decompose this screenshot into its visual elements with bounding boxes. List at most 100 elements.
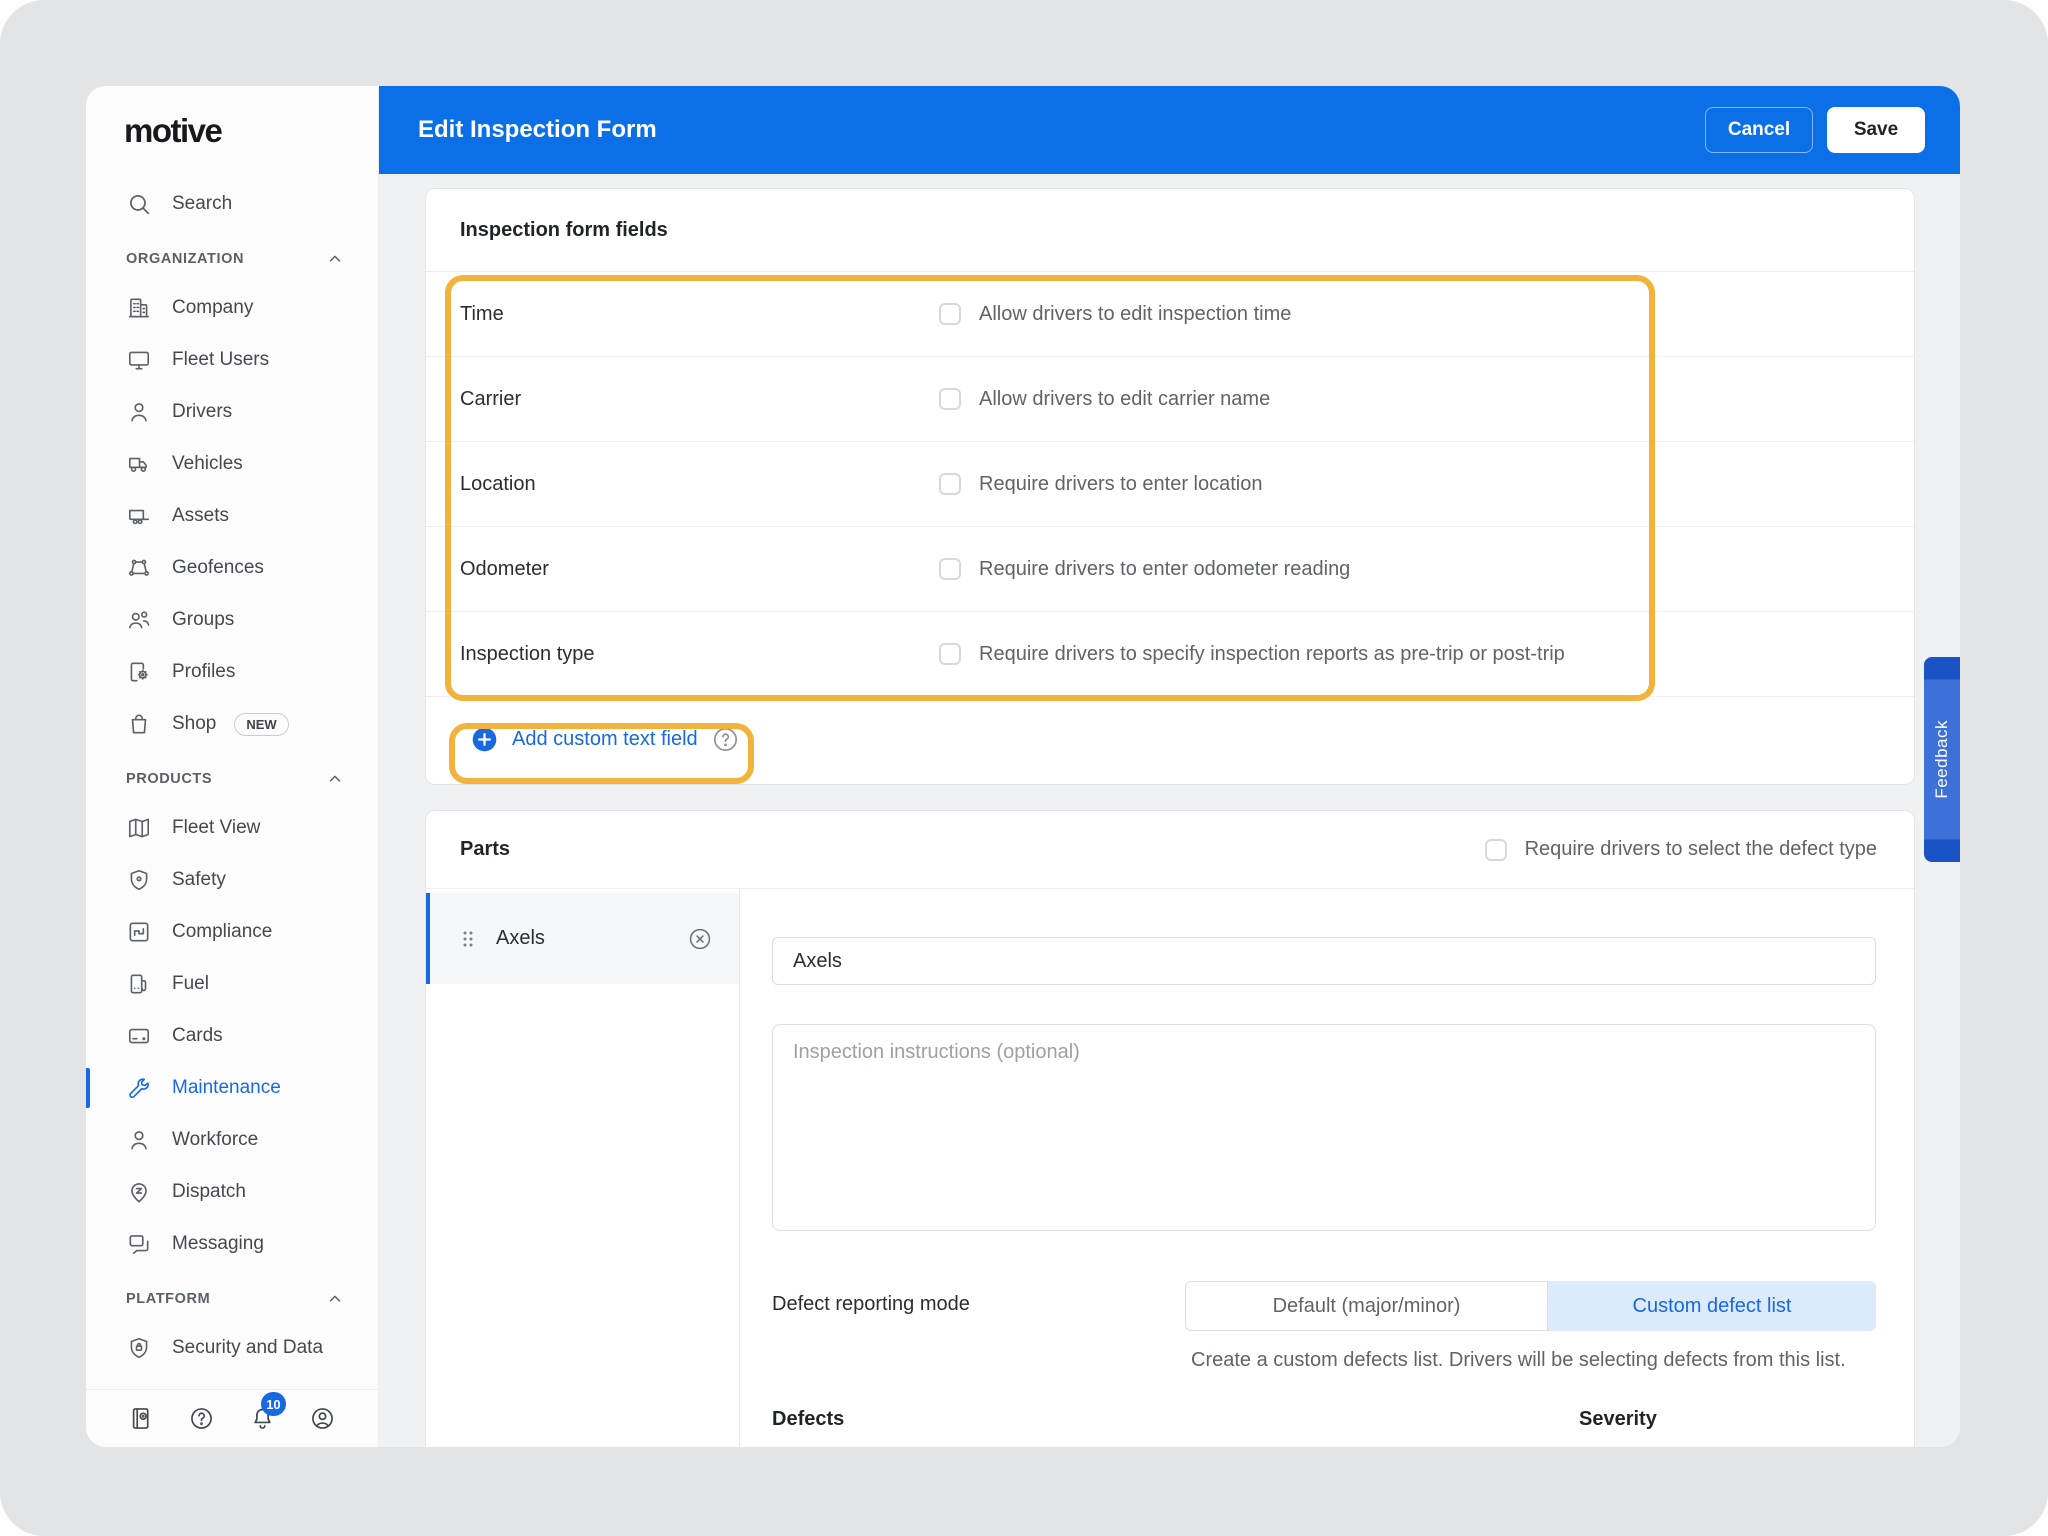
sidebar-item-workforce[interactable]: Workforce — [86, 1114, 378, 1166]
inspection-type-checkbox[interactable] — [939, 643, 961, 665]
inspection-form-fields-card: Inspection form fields Time Allow driver… — [425, 188, 1915, 785]
sidebar-item-fleet-view[interactable]: Fleet View — [86, 802, 378, 854]
field-row-time: Time Allow drivers to edit inspection ti… — [426, 271, 1914, 356]
part-name-input[interactable] — [772, 937, 1876, 985]
checkbox-label: Allow drivers to edit inspection time — [979, 303, 1291, 326]
sidebar-section-platform[interactable]: PLATFORM — [86, 1276, 378, 1322]
chevron-up-icon — [326, 1290, 344, 1308]
add-custom-text-field-label: Add custom text field — [512, 728, 698, 751]
severity-column-label: Severity — [1579, 1408, 1657, 1431]
sidebar-item-maintenance[interactable]: Maintenance — [86, 1062, 378, 1114]
sidebar-item-fleet-users[interactable]: Fleet Users — [86, 334, 378, 386]
help-icon[interactable] — [188, 1405, 215, 1432]
account-icon[interactable] — [309, 1405, 336, 1432]
search-icon — [126, 191, 152, 217]
defect-reporting-mode-row: Defect reporting mode Default (major/min… — [772, 1281, 1876, 1331]
defects-column-label: Defects — [772, 1408, 844, 1431]
defect-reporting-mode-label: Defect reporting mode — [772, 1281, 1185, 1316]
page-title: Edit Inspection Form — [418, 116, 657, 144]
remove-part-icon[interactable] — [687, 926, 713, 952]
defect-mode-option-default[interactable]: Default (major/minor) — [1185, 1281, 1548, 1331]
logbook-icon[interactable] — [128, 1405, 155, 1432]
wrench-icon — [126, 1075, 152, 1101]
defect-list-header-clipped: Defects Severity — [772, 1408, 1876, 1447]
person-icon — [126, 399, 152, 425]
content-scroll-area: Inspection form fields Time Allow driver… — [379, 174, 1960, 1447]
sidebar-search[interactable]: Search — [86, 178, 378, 230]
sidebar-item-safety[interactable]: Safety — [86, 854, 378, 906]
shield-icon — [126, 867, 152, 893]
checkbox-label: Allow drivers to edit carrier name — [979, 388, 1270, 411]
part-detail-panel: Defect reporting mode Default (major/min… — [740, 889, 1914, 1447]
geofence-icon — [126, 555, 152, 581]
sidebar-item-dispatch[interactable]: Dispatch — [86, 1166, 378, 1218]
odometer-checkbox[interactable] — [939, 558, 961, 580]
plus-circle-icon — [471, 726, 498, 753]
add-custom-text-field-button[interactable]: Add custom text field — [471, 726, 698, 753]
sidebar-item-geofences[interactable]: Geofences — [86, 542, 378, 594]
map-icon — [126, 815, 152, 841]
dispatch-pin-icon — [126, 1179, 152, 1205]
feedback-tab-label: Feedback — [1932, 720, 1952, 799]
people-icon — [126, 607, 152, 633]
app-window: motive Search ORGANIZATION Company Fleet… — [86, 86, 1960, 1447]
defect-mode-option-custom[interactable]: Custom defect list — [1548, 1281, 1876, 1331]
building-icon — [126, 295, 152, 321]
sidebar-item-shop[interactable]: Shop NEW — [86, 698, 378, 750]
sidebar-item-groups[interactable]: Groups — [86, 594, 378, 646]
sidebar-section-organization[interactable]: ORGANIZATION — [86, 236, 378, 282]
help-circle-icon[interactable] — [712, 726, 739, 753]
sidebar-item-company[interactable]: Company — [86, 282, 378, 334]
trailer-icon — [126, 503, 152, 529]
add-custom-field-row: Add custom text field — [426, 696, 1914, 781]
sidebar-item-vehicles[interactable]: Vehicles — [86, 438, 378, 490]
checkbox-label: Require drivers to enter odometer readin… — [979, 558, 1350, 581]
defect-type-checkbox[interactable] — [1485, 839, 1507, 861]
carrier-checkbox[interactable] — [939, 388, 961, 410]
truck-icon — [126, 451, 152, 477]
sidebar-item-compliance[interactable]: Compliance — [86, 906, 378, 958]
inspection-card-title: Inspection form fields — [460, 219, 668, 242]
inspection-instructions-input[interactable] — [772, 1024, 1876, 1231]
sidebar-item-fuel[interactable]: Fuel — [86, 958, 378, 1010]
location-checkbox[interactable] — [939, 473, 961, 495]
chevron-up-icon — [326, 770, 344, 788]
page-header: Edit Inspection Form Cancel Save — [379, 86, 1960, 174]
part-item-axels[interactable]: Axels — [426, 893, 739, 984]
sidebar-item-cards[interactable]: Cards — [86, 1010, 378, 1062]
save-button[interactable]: Save — [1827, 107, 1925, 153]
sidebar-item-messaging[interactable]: Messaging — [86, 1218, 378, 1270]
part-item-label: Axels — [496, 927, 545, 950]
cancel-button[interactable]: Cancel — [1705, 107, 1813, 153]
defect-mode-segmented-control: Default (major/minor) Custom defect list — [1185, 1281, 1876, 1331]
defect-type-checkbox-label: Require drivers to select the defect typ… — [1525, 838, 1877, 861]
defect-mode-description: Create a custom defects list. Drivers wi… — [1191, 1345, 1851, 1376]
sidebar-item-assets[interactable]: Assets — [86, 490, 378, 542]
chevron-up-icon — [326, 250, 344, 268]
field-row-carrier: Carrier Allow drivers to edit carrier na… — [426, 356, 1914, 441]
parts-card-title: Parts — [460, 838, 510, 861]
sidebar-section-products[interactable]: PRODUCTS — [86, 756, 378, 802]
sidebar: motive Search ORGANIZATION Company Fleet… — [86, 86, 379, 1447]
chat-bubbles-icon — [126, 1231, 152, 1257]
search-label: Search — [172, 193, 232, 215]
sidebar-item-security-and-data[interactable]: Security and Data — [86, 1322, 378, 1374]
feedback-tab[interactable]: Feedback — [1924, 657, 1960, 862]
time-checkbox[interactable] — [939, 303, 961, 325]
chart-square-icon — [126, 919, 152, 945]
field-label: Location — [460, 473, 939, 496]
document-gear-icon — [126, 659, 152, 685]
field-label: Inspection type — [460, 643, 939, 666]
field-label: Odometer — [460, 558, 939, 581]
person-icon — [126, 1127, 152, 1153]
drag-handle-icon[interactable] — [458, 928, 478, 950]
checkbox-label: Require drivers to enter location — [979, 473, 1262, 496]
field-label: Time — [460, 303, 939, 326]
field-row-inspection-type: Inspection type Require drivers to speci… — [426, 611, 1914, 696]
notifications-bell-icon[interactable]: 10 — [249, 1405, 276, 1432]
sidebar-item-drivers[interactable]: Drivers — [86, 386, 378, 438]
field-row-odometer: Odometer Require drivers to enter odomet… — [426, 526, 1914, 611]
parts-card: Parts Require drivers to select the defe… — [425, 810, 1915, 1447]
shield-lock-icon — [126, 1335, 152, 1361]
sidebar-item-profiles[interactable]: Profiles — [86, 646, 378, 698]
